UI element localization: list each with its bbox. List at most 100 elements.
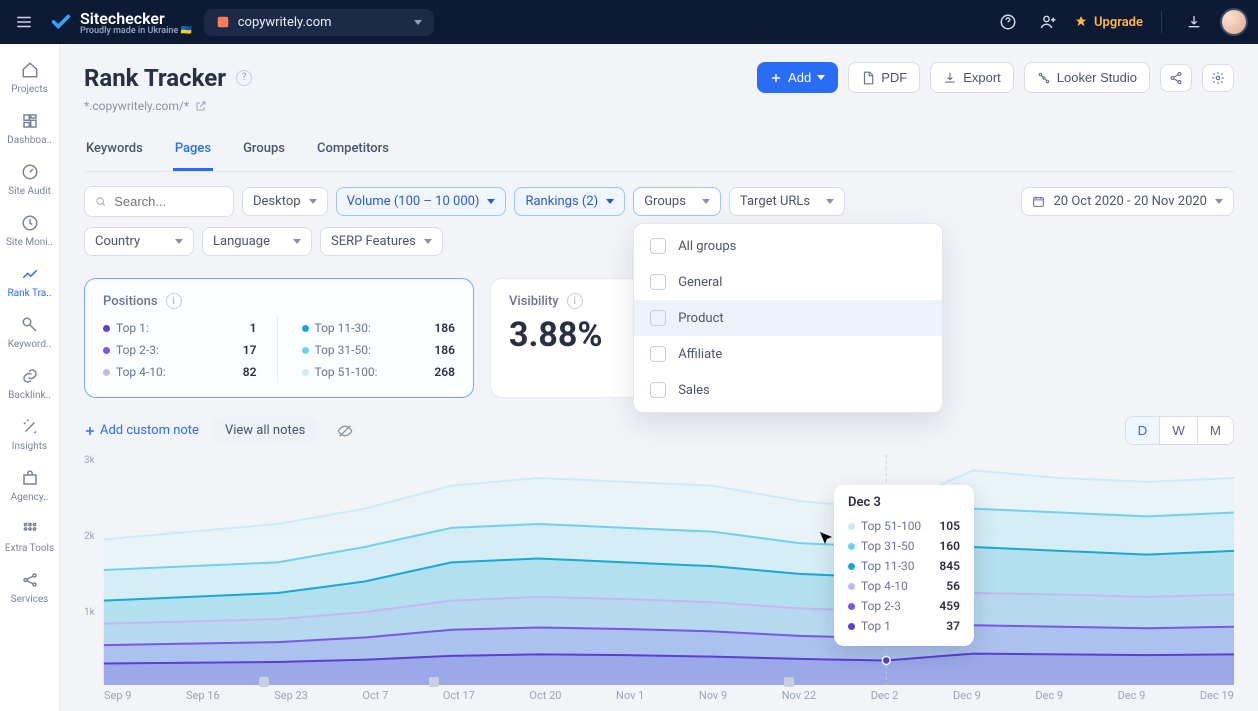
checkbox-icon	[650, 310, 666, 326]
granularity-d[interactable]: D	[1126, 417, 1160, 444]
groups-dropdown-menu: All groupsGeneralProductAffiliateSales	[633, 223, 943, 413]
groups-option-sales[interactable]: Sales	[634, 372, 942, 408]
positions-card[interactable]: Positions i Top 1:1Top 2-3:17Top 4-10:82…	[84, 278, 474, 398]
chevron-down-icon	[293, 239, 301, 244]
note-marker[interactable]	[429, 677, 439, 687]
checkbox-icon	[650, 346, 666, 362]
serp-features-filter[interactable]: SERP Features	[320, 227, 443, 256]
add-button[interactable]: Add	[757, 62, 838, 93]
chevron-down-icon	[175, 239, 183, 244]
sidebar-item-agency-[interactable]: Agency..	[0, 460, 59, 511]
chevron-down-icon	[702, 199, 710, 204]
volume-filter[interactable]: Volume (100 – 10 000)	[336, 187, 507, 216]
wand-icon	[20, 417, 40, 437]
sidebar-item-site-audit[interactable]: Site Audit	[0, 154, 59, 205]
brand[interactable]: Sitechecker Proudly made in Ukraine 🇺🇦	[50, 9, 192, 36]
sidebar-item-backlink-[interactable]: Backlink..	[0, 358, 59, 409]
checkbox-icon	[650, 274, 666, 290]
bag-icon	[20, 468, 40, 488]
tab-keywords[interactable]: Keywords	[84, 131, 145, 171]
search-input[interactable]	[84, 186, 234, 217]
upgrade-button[interactable]: Upgrade	[1074, 15, 1143, 30]
key-icon	[20, 315, 40, 335]
sidebar-item-site-moni-[interactable]: Site Moni..	[0, 205, 59, 256]
note-marker[interactable]	[259, 677, 269, 687]
download-icon[interactable]	[1180, 8, 1208, 36]
pdf-button[interactable]: PDF	[848, 62, 920, 93]
info-icon[interactable]: i	[567, 293, 583, 309]
sidebar-item-dashboa-[interactable]: Dashboa..	[0, 103, 59, 154]
export-button[interactable]: Export	[930, 62, 1014, 93]
groups-option-general[interactable]: General	[634, 264, 942, 300]
date-range-filter[interactable]: 20 Oct 2020 - 20 Nov 2020	[1021, 187, 1234, 216]
granularity-segmented: DWM	[1125, 416, 1234, 445]
tabs: Keywords Pages Groups Competitors	[84, 131, 1234, 172]
topbar: Sitechecker Proudly made in Ukraine 🇺🇦 c…	[0, 0, 1258, 44]
groups-filter[interactable]: Groups	[633, 187, 721, 216]
groups-option-product[interactable]: Product	[634, 300, 942, 336]
tooltip-date: Dec 3	[848, 495, 960, 510]
monitor-icon	[20, 213, 40, 233]
hamburger-menu-icon[interactable]	[10, 8, 38, 36]
share-icon	[20, 570, 40, 590]
chevron-down-icon	[414, 20, 422, 25]
main: Rank Tracker ? Add PDF Export Looker Stu…	[60, 44, 1258, 711]
external-link-icon[interactable]	[195, 100, 207, 112]
granularity-w[interactable]: W	[1159, 417, 1197, 444]
rankings-filter[interactable]: Rankings (2)	[514, 187, 625, 216]
chevron-down-icon	[1215, 199, 1223, 204]
position-row: Top 1:1	[103, 317, 257, 339]
positions-title: Positions	[103, 294, 158, 309]
language-filter[interactable]: Language	[202, 227, 312, 256]
view-all-notes-button[interactable]: View all notes	[213, 417, 317, 444]
info-icon[interactable]: ?	[236, 70, 252, 86]
position-row: Top 11-30:186	[302, 317, 456, 339]
position-row: Top 2-3:17	[103, 339, 257, 361]
position-row: Top 31-50:186	[302, 339, 456, 361]
granularity-m[interactable]: M	[1197, 417, 1233, 444]
add-user-icon[interactable]	[1034, 8, 1062, 36]
brand-tagline: Proudly made in Ukraine 🇺🇦	[80, 26, 192, 36]
device-filter[interactable]: Desktop	[242, 187, 328, 216]
home-icon	[20, 60, 40, 80]
sidebar-item-services[interactable]: Services	[0, 562, 59, 613]
chart-controls: Add custom note View all notes DWM	[84, 416, 1234, 445]
chevron-down-icon	[309, 199, 317, 204]
position-row: Top 51-100:268	[302, 361, 456, 383]
hide-notes-icon[interactable]	[331, 417, 359, 445]
sidebar-item-extra-tools[interactable]: Extra Tools	[0, 511, 59, 562]
positions-chart: 3k 2k 1k Dec 3 Top 51-100105Top 31-50160…	[84, 455, 1234, 705]
settings-button[interactable]	[1202, 64, 1234, 92]
chevron-down-icon	[606, 199, 614, 204]
project-domain: copywritely.com	[238, 15, 332, 30]
page-header: Rank Tracker ? Add PDF Export Looker Stu…	[84, 62, 1234, 93]
groups-option-affiliate[interactable]: Affiliate	[634, 336, 942, 372]
note-marker[interactable]	[784, 677, 794, 687]
project-selector[interactable]: copywritely.com	[204, 9, 434, 36]
tab-groups[interactable]: Groups	[241, 131, 287, 171]
rank-icon	[20, 264, 40, 284]
cursor-icon	[820, 532, 1258, 711]
tab-competitors[interactable]: Competitors	[315, 131, 391, 171]
link-icon	[20, 366, 40, 386]
avatar[interactable]	[1220, 8, 1248, 36]
filters-row-1: Desktop Volume (100 – 10 000) Rankings (…	[84, 186, 1234, 217]
chevron-down-icon	[424, 239, 432, 244]
sidebar-item-keyword-[interactable]: Keyword..	[0, 307, 59, 358]
help-icon[interactable]	[994, 8, 1022, 36]
page-title: Rank Tracker	[84, 64, 226, 92]
sidebar-item-rank-tra-[interactable]: Rank Tra..	[0, 256, 59, 307]
country-filter[interactable]: Country	[84, 227, 194, 256]
tab-pages[interactable]: Pages	[173, 131, 213, 171]
groups-option-all-groups[interactable]: All groups	[634, 228, 942, 264]
chevron-down-icon	[826, 199, 834, 204]
info-icon[interactable]: i	[166, 293, 182, 309]
chevron-down-icon	[487, 199, 495, 204]
sidebar-item-projects[interactable]: Projects	[0, 52, 59, 103]
chevron-down-icon	[817, 75, 825, 80]
looker-studio-button[interactable]: Looker Studio	[1024, 62, 1150, 93]
target-urls-filter[interactable]: Target URLs	[729, 187, 845, 216]
sidebar-item-insights[interactable]: Insights	[0, 409, 59, 460]
add-custom-note-link[interactable]: Add custom note	[84, 423, 199, 438]
share-button[interactable]	[1160, 64, 1192, 92]
